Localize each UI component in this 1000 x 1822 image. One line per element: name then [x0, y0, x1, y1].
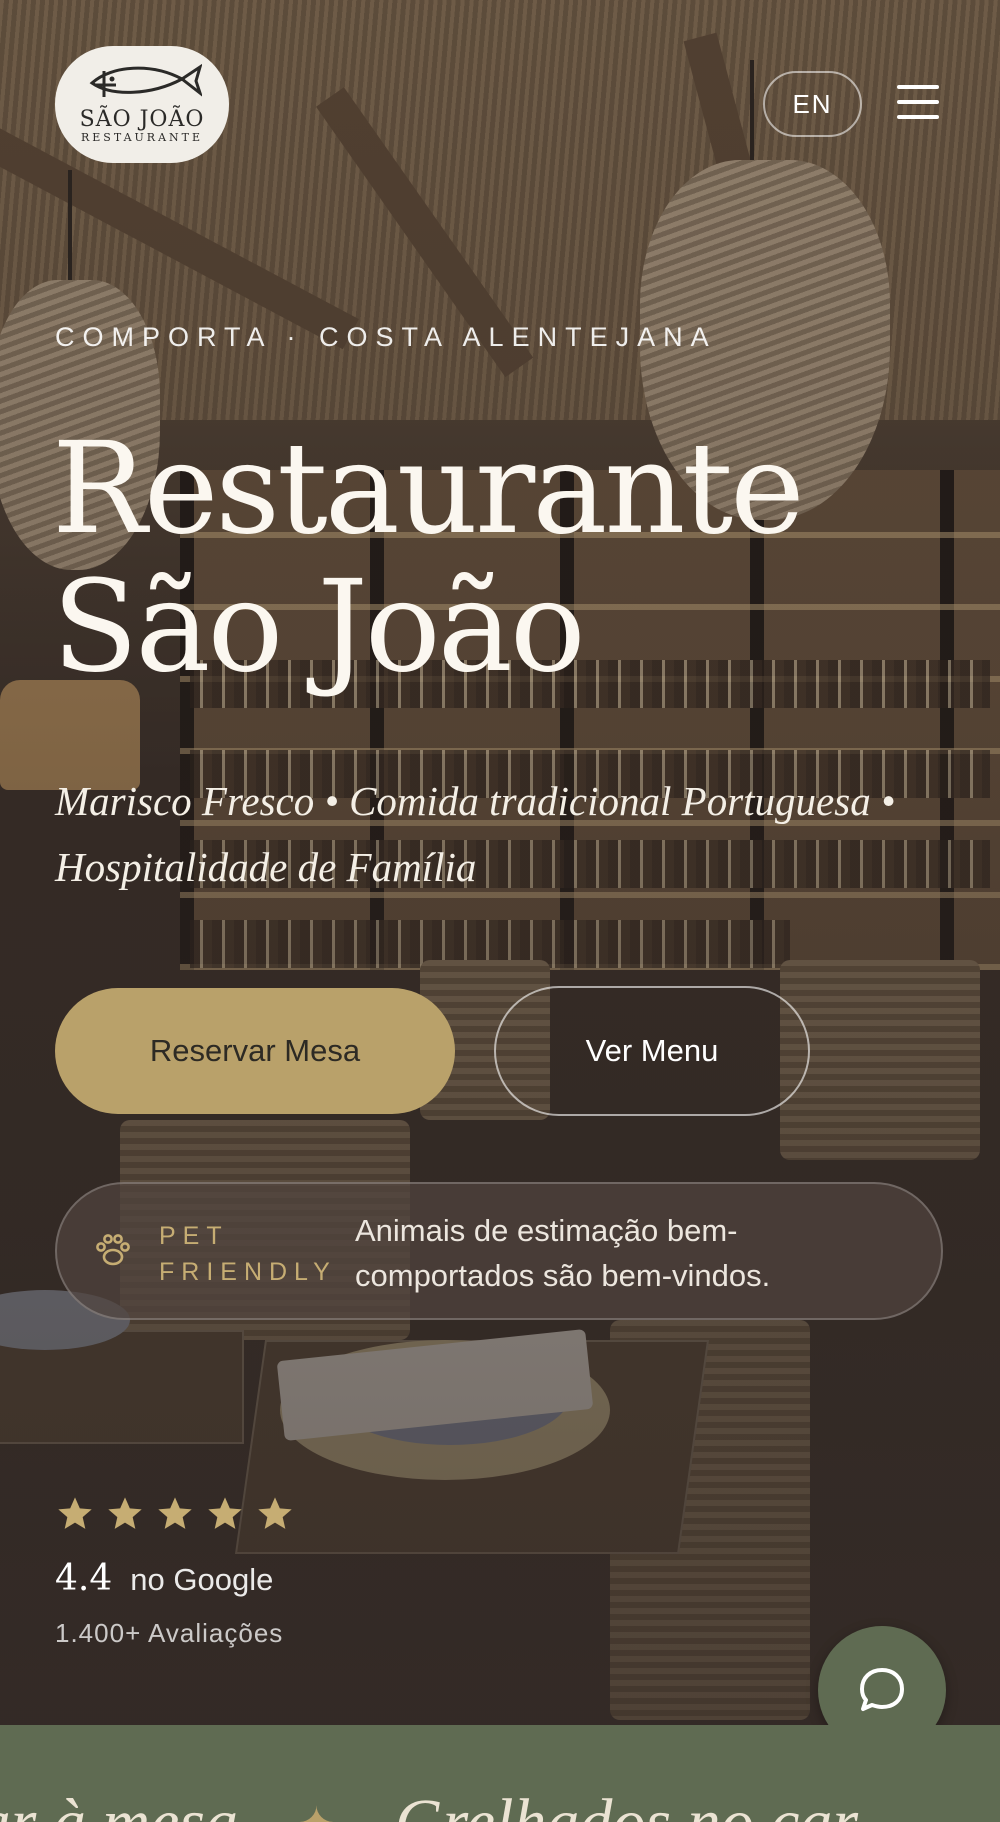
- page-title: Restaurante São João: [52, 420, 805, 696]
- rating-value: 4.4: [55, 1558, 113, 1599]
- google-rating: 4.4 no Google: [55, 1558, 273, 1599]
- marquee-track: mar à mesa ✦ Grelhados no car: [0, 1785, 858, 1822]
- star-icon: [258, 1497, 292, 1529]
- marquee-band: mar à mesa ✦ Grelhados no car: [0, 1725, 1000, 1822]
- pet-friendly-label: PET FRIENDLY: [159, 1218, 349, 1290]
- menu-line: [897, 115, 939, 119]
- title-line-2: São João: [52, 553, 586, 700]
- marquee-item: mar à mesa: [0, 1785, 238, 1822]
- restaurant-logo[interactable]: SÃO JOÃO RESTAURANTE: [55, 46, 229, 163]
- language-button[interactable]: EN: [763, 71, 862, 137]
- pet-label-line-1: PET: [159, 1222, 229, 1250]
- hero-tagline: Marisco Fresco • Comida tradicional Port…: [55, 778, 896, 890]
- reserve-table-button[interactable]: Reservar Mesa: [55, 988, 455, 1114]
- star-icon: [208, 1497, 242, 1529]
- pet-friendly-text: Animais de estimação bem-comportados são…: [355, 1213, 771, 1293]
- menu-line: [897, 100, 939, 104]
- fish-logo-icon: [89, 63, 202, 97]
- hamburger-menu-icon[interactable]: [897, 85, 939, 121]
- menu-line: [897, 85, 939, 89]
- star-icon: [58, 1497, 92, 1529]
- logo-brand-name: SÃO JOÃO: [79, 106, 205, 132]
- title-line-1: Restaurante: [52, 415, 805, 562]
- pet-label-line-2: FRIENDLY: [159, 1258, 337, 1286]
- paw-icon: [96, 1234, 130, 1266]
- pet-friendly-card: PET FRIENDLY Animais de estimação bem-co…: [55, 1182, 943, 1320]
- logo-brand-subtitle: RESTAURANTE: [80, 130, 203, 144]
- star-icon: [108, 1497, 142, 1529]
- review-count: 1.400+ Avaliações: [55, 1618, 284, 1648]
- location-eyebrow: COMPORTA · COSTA ALENTEJANA: [55, 322, 717, 352]
- view-menu-button[interactable]: Ver Menu: [494, 986, 810, 1116]
- diamond-star-icon: ✦: [298, 1798, 335, 1822]
- star-icon: [158, 1497, 192, 1529]
- rating-source: no Google: [130, 1562, 274, 1597]
- chat-bubble-icon: [860, 1668, 904, 1711]
- marquee-item: Grelhados no car: [395, 1785, 858, 1822]
- rating-stars: [55, 1494, 295, 1534]
